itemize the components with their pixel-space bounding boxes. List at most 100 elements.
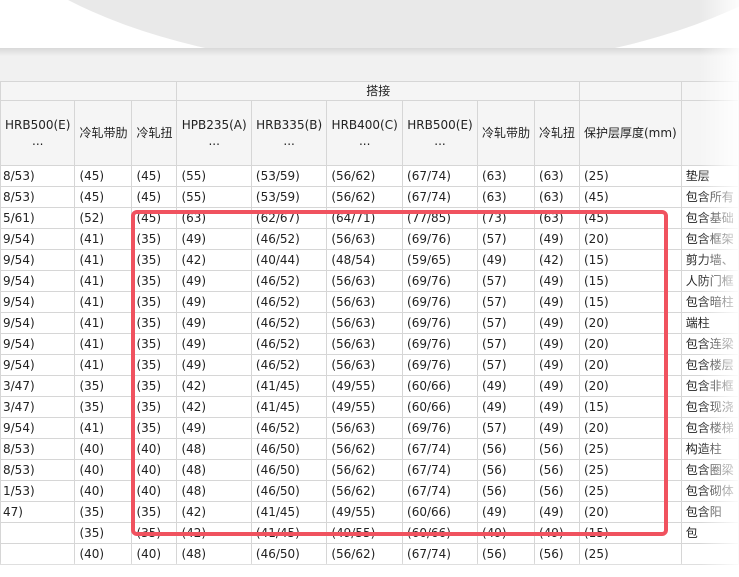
table-row[interactable]: 9/54) (41) (35) (49) (46/52) (56/63) (69/76) (5… [0,228,739,250]
table-cell[interactable]: (49) [533,522,581,544]
table-cell[interactable]: (40) [131,459,178,481]
table-cell[interactable]: (56/62) [326,543,404,565]
table-cell[interactable]: (64/71) [326,207,404,229]
table-cell[interactable]: (45) [579,207,682,229]
table-cell[interactable]: 5/61) [0,207,76,229]
table-cell[interactable]: 包含现浇 [680,396,739,418]
table-cell[interactable]: 包含楼层 [680,354,739,376]
table-cell[interactable]: (49) [176,333,252,355]
table-cell[interactable]: 人防门框 [680,270,739,292]
table-cell[interactable]: (35) [74,522,133,544]
table-cell[interactable]: (63) [476,165,535,187]
table-row[interactable]: (40) (40) (48) (46/50) (56/62) (67/74) (56) (56… [0,543,739,565]
table-cell[interactable]: (56/63) [326,417,404,439]
table-cell[interactable]: (35) [131,522,178,544]
table-cell[interactable]: (48) [176,459,252,481]
table-cell[interactable]: (41) [74,228,133,250]
table-cell[interactable]: (49/55) [326,396,404,418]
table-cell[interactable]: (35) [131,354,178,376]
table-cell[interactable]: 3/47) [0,375,76,397]
table-cell[interactable]: (63) [476,186,535,208]
table-cell[interactable]: (20) [579,375,682,397]
column-header[interactable]: HRB500(E) ... [0,100,76,166]
table-cell[interactable]: (73) [476,207,535,229]
table-cell[interactable]: (45) [131,186,178,208]
table-cell[interactable]: (35) [131,396,178,418]
table-cell[interactable]: (56/62) [326,165,404,187]
table-cell[interactable]: (67/74) [402,459,478,481]
table-cell[interactable]: (41/45) [250,396,328,418]
table-cell[interactable]: (41) [74,333,133,355]
table-cell[interactable]: (69/76) [402,333,478,355]
table-cell[interactable]: (49) [533,270,581,292]
table-cell[interactable]: (56) [533,459,581,481]
table-cell[interactable]: (56) [476,480,535,502]
table-cell[interactable]: (49) [476,249,535,271]
table-row[interactable]: 9/54) (41) (35) (49) (46/52) (56/63) (69/76) (5… [0,417,739,439]
table-cell[interactable]: (40) [74,438,133,460]
table-cell[interactable]: (56) [476,438,535,460]
table-cell[interactable]: (49) [533,501,581,523]
table-cell[interactable]: (42) [176,501,252,523]
table-cell[interactable]: (49) [476,522,535,544]
table-cell[interactable]: (45) [74,165,133,187]
table-cell[interactable]: (25) [579,438,682,460]
table-cell[interactable]: (49) [533,312,581,334]
table-cell[interactable]: (63) [533,186,581,208]
table-cell[interactable]: (46/50) [250,543,328,565]
table-cell[interactable]: (48/54) [326,249,404,271]
table-cell[interactable] [0,543,76,565]
table-cell[interactable]: 9/54) [0,312,76,334]
table-cell[interactable]: (56/63) [326,291,404,313]
table-cell[interactable]: (57) [476,228,535,250]
table-cell[interactable]: (40) [131,438,178,460]
table-cell[interactable]: (40) [74,459,133,481]
table-cell[interactable]: (60/66) [402,501,478,523]
table-cell[interactable]: (35) [131,312,178,334]
table-cell[interactable]: (57) [476,291,535,313]
table-cell[interactable]: (53/59) [250,165,328,187]
table-cell[interactable]: 包含暗柱 [680,291,739,313]
table-cell[interactable]: 9/54) [0,354,76,376]
table-cell[interactable]: (49) [476,396,535,418]
table-cell[interactable]: (46/50) [250,459,328,481]
table-row[interactable]: 1/53) (40) (40) (48) (46/50) (56/62) (67/74) (5… [0,480,739,502]
table-cell[interactable]: 8/53) [0,165,76,187]
table-cell[interactable]: (42) [176,522,252,544]
table-cell[interactable]: (56) [476,459,535,481]
table-cell[interactable]: 剪力墙、 [680,249,739,271]
table-cell[interactable]: (48) [176,438,252,460]
table-cell[interactable]: (35) [74,501,133,523]
table-cell[interactable]: (46/52) [250,228,328,250]
table-cell[interactable]: 包含连梁 [680,333,739,355]
table-cell[interactable]: (40) [131,480,178,502]
table-cell[interactable]: (49) [533,417,581,439]
table-cell[interactable]: (25) [579,165,682,187]
table-cell[interactable]: 1/53) [0,480,76,502]
table-cell[interactable]: (35) [131,270,178,292]
table-cell[interactable]: (41) [74,291,133,313]
table-cell[interactable]: (35) [131,291,178,313]
table-cell[interactable]: (49) [176,228,252,250]
table-cell[interactable]: (60/66) [402,522,478,544]
table-cell[interactable]: (46/52) [250,354,328,376]
table-cell[interactable]: (69/76) [402,354,478,376]
table-cell[interactable]: (41) [74,417,133,439]
table-cell[interactable]: (35) [131,417,178,439]
table-cell[interactable]: 8/53) [0,186,76,208]
table-cell[interactable]: (41/45) [250,501,328,523]
table-cell[interactable]: (67/74) [402,186,478,208]
table-cell[interactable]: (57) [476,417,535,439]
table-cell[interactable]: 9/54) [0,291,76,313]
table-cell[interactable]: (41) [74,249,133,271]
table-cell[interactable]: (46/52) [250,333,328,355]
column-header[interactable]: 保护层厚度(mm) [579,100,682,166]
table-cell[interactable]: (49) [533,291,581,313]
table-cell[interactable]: (40/44) [250,249,328,271]
table-cell[interactable]: (56/62) [326,438,404,460]
column-header[interactable]: HPB235(A) ... [176,100,252,166]
table-cell[interactable]: (69/76) [402,417,478,439]
table-row[interactable]: 8/53) (45) (45) (55) (53/59) (56/62) (67/74) (6… [0,186,739,208]
table-cell[interactable]: (20) [579,417,682,439]
table-cell[interactable]: (69/76) [402,312,478,334]
